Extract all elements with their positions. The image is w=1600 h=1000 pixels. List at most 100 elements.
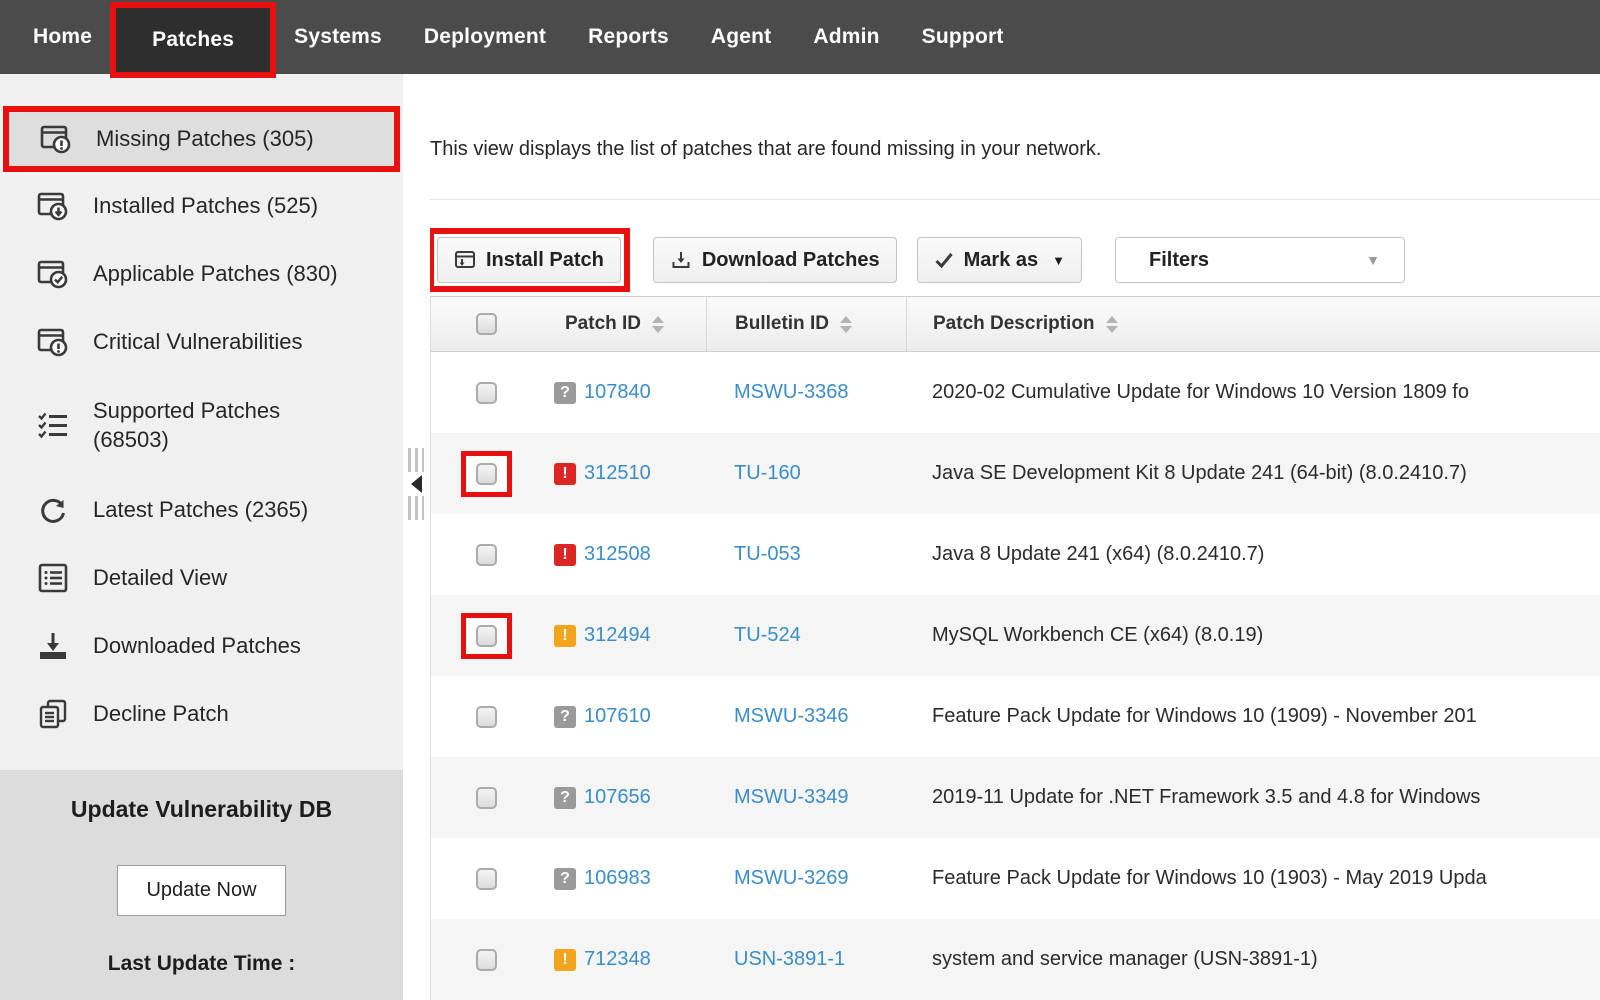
header-patch-description[interactable]: Patch Description [906, 297, 1600, 351]
bulletin-id-link[interactable]: USN-3891-1 [734, 948, 845, 970]
view-description: This view displays the list of patches t… [430, 138, 1101, 161]
checkbox-highlight-box [476, 787, 497, 809]
patch-id-link[interactable]: 312508 [584, 543, 651, 566]
row-checkbox[interactable] [476, 706, 497, 728]
patch-id-link[interactable]: 106983 [584, 867, 651, 890]
download-icon [36, 629, 70, 663]
row-checkbox-cell [431, 706, 541, 728]
install-patch-button[interactable]: Install Patch [437, 237, 621, 283]
patch-id-link[interactable]: 312510 [584, 462, 651, 485]
sidebar: Missing Patches (305) Installed Patches … [0, 74, 403, 1000]
checkbox-highlight-box [476, 949, 497, 971]
checkbox-highlight-box [461, 451, 512, 497]
bulletin-id-link[interactable]: TU-053 [734, 543, 801, 565]
row-checkbox-cell [431, 787, 541, 809]
sidebar-item-installed-patches[interactable]: Installed Patches (525) [0, 172, 403, 240]
row-checkbox[interactable] [476, 544, 497, 566]
bulletin-id-link[interactable]: TU-524 [734, 624, 801, 646]
patch-id-link[interactable]: 712348 [584, 948, 651, 971]
row-checkbox[interactable] [476, 787, 497, 809]
row-bulletin-id-cell: TU-053 [706, 543, 906, 566]
patch-description-text: Java SE Development Kit 8 Update 241 (64… [906, 462, 1600, 485]
nav-item-agent[interactable]: Agent [711, 25, 772, 49]
row-checkbox[interactable] [476, 382, 497, 404]
mark-as-button[interactable]: Mark as ▼ [917, 237, 1082, 283]
sort-icon[interactable] [840, 316, 852, 333]
sidebar-list: Missing Patches (305) Installed Patches … [0, 74, 403, 748]
download-patches-button[interactable]: Download Patches [653, 237, 897, 283]
patch-id-link[interactable]: 107840 [584, 381, 651, 404]
checkbox-highlight-box [476, 382, 497, 404]
sidebar-item-label: Installed Patches (525) [93, 193, 318, 219]
row-checkbox-cell [431, 382, 541, 404]
nav-item-support[interactable]: Support [922, 25, 1004, 49]
checkbox-highlight-box [476, 544, 497, 566]
bulletin-id-link[interactable]: MSWU-3346 [734, 705, 848, 727]
row-bulletin-id-cell: USN-3891-1 [706, 948, 906, 971]
sidebar-item-label: Decline Patch [93, 701, 229, 727]
select-all-checkbox[interactable] [476, 313, 497, 335]
nav-item-admin[interactable]: Admin [813, 25, 879, 49]
checklist-icon [36, 409, 70, 443]
row-bulletin-id-cell: MSWU-3269 [706, 867, 906, 890]
table-body: ? 107840 MSWU-3368 2020-02 Cumulative Up… [431, 352, 1600, 1000]
sidebar-item-downloaded-patches[interactable]: Downloaded Patches [0, 612, 403, 680]
sidebar-item-decline-patch[interactable]: Decline Patch [0, 680, 403, 748]
header-bulletin-id[interactable]: Bulletin ID [706, 297, 906, 351]
patch-description-text: 2019-11 Update for .NET Framework 3.5 an… [906, 786, 1600, 809]
patches-table: Patch ID Bulletin ID Patch Description ?… [430, 296, 1600, 1000]
patch-description-text: 2020-02 Cumulative Update for Windows 10… [906, 381, 1600, 404]
collapse-left-arrow-icon [411, 475, 422, 493]
row-bulletin-id-cell: MSWU-3349 [706, 786, 906, 809]
sidebar-item-latest-patches[interactable]: Latest Patches (2365) [0, 476, 403, 544]
highlight-box-install-patch: Install Patch [430, 228, 630, 292]
sidebar-item-critical-vulnerabilities[interactable]: Critical Vulnerabilities [0, 308, 403, 376]
nav-item-deployment[interactable]: Deployment [424, 25, 546, 49]
bulletin-id-link[interactable]: MSWU-3349 [734, 786, 848, 808]
sort-icon[interactable] [1106, 316, 1118, 333]
patch-description-text: system and service manager (USN-3891-1) [906, 948, 1600, 971]
row-patch-id-cell: ? 107610 [541, 705, 706, 728]
sidebar-collapse-handle[interactable] [406, 448, 426, 526]
patch-id-link[interactable]: 107610 [584, 705, 651, 728]
bulletin-id-link[interactable]: MSWU-3269 [734, 867, 848, 889]
row-bulletin-id-cell: TU-160 [706, 462, 906, 485]
patch-description-text: Java 8 Update 241 (x64) (8.0.2410.7) [906, 543, 1600, 566]
sidebar-item-missing-patches[interactable]: Missing Patches (305) [3, 106, 400, 172]
row-checkbox[interactable] [476, 868, 497, 890]
row-checkbox[interactable] [476, 463, 497, 485]
checkbox-highlight-box [476, 706, 497, 728]
checkbox-highlight-box [476, 868, 497, 890]
patch-id-link[interactable]: 312494 [584, 624, 651, 647]
chevron-down-icon: ▼ [1052, 253, 1065, 268]
row-patch-id-cell: ? 106983 [541, 867, 706, 890]
nav-item-reports[interactable]: Reports [588, 25, 669, 49]
sidebar-item-supported-patches[interactable]: Supported Patches (68503) [0, 376, 403, 476]
table-row: ! 312508 TU-053 Java 8 Update 241 (x64) … [431, 514, 1600, 595]
filters-dropdown[interactable]: Filters ▼ [1115, 237, 1405, 283]
sidebar-item-applicable-patches[interactable]: Applicable Patches (830) [0, 240, 403, 308]
bulletin-id-link[interactable]: TU-160 [734, 462, 801, 484]
update-now-button[interactable]: Update Now [117, 865, 285, 916]
toolbar: Install Patch Download Patches Mark as ▼… [430, 228, 1405, 292]
header-bulletin-id-label: Bulletin ID [735, 313, 829, 335]
header-patch-id[interactable]: Patch ID [541, 297, 706, 351]
row-bulletin-id-cell: MSWU-3368 [706, 381, 906, 404]
sort-icon[interactable] [652, 316, 664, 333]
refresh-icon [36, 493, 70, 527]
nav-item-systems[interactable]: Systems [294, 25, 382, 49]
row-checkbox[interactable] [476, 625, 497, 647]
mark-as-label: Mark as [964, 249, 1039, 272]
nav-item-patches[interactable]: Patches [152, 28, 234, 52]
patch-description-text: Feature Pack Update for Windows 10 (1909… [906, 705, 1600, 728]
row-patch-id-cell: ! 712348 [541, 948, 706, 971]
patch-id-link[interactable]: 107656 [584, 786, 651, 809]
row-checkbox-cell [431, 868, 541, 890]
sidebar-item-detailed-view[interactable]: Detailed View [0, 544, 403, 612]
sidebar-item-label: Critical Vulnerabilities [93, 329, 302, 355]
nav-item-home[interactable]: Home [33, 25, 92, 49]
severity-icon: ? [554, 868, 576, 890]
bulletin-id-link[interactable]: MSWU-3368 [734, 381, 848, 403]
copy-icon [36, 697, 70, 731]
row-checkbox[interactable] [476, 949, 497, 971]
